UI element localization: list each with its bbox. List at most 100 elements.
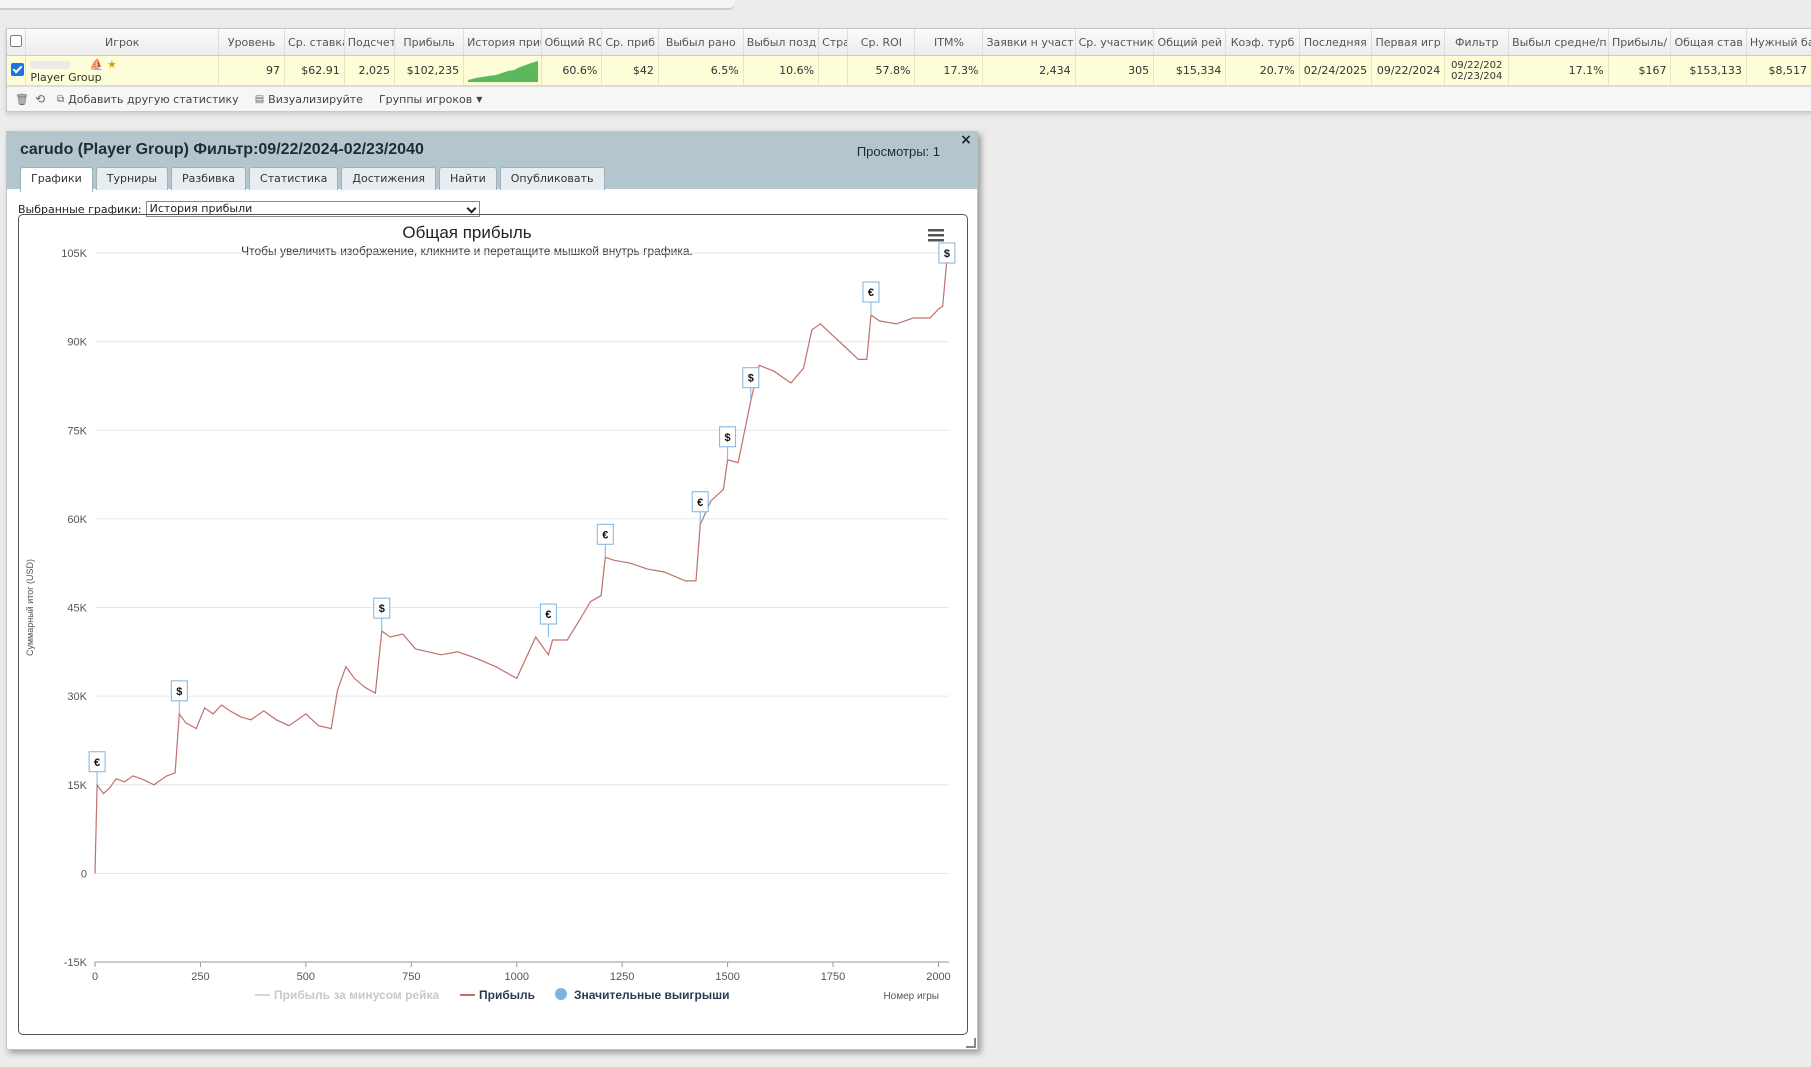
x-tick-label: 1750	[821, 971, 845, 983]
tab-statistics[interactable]: Статистика	[249, 167, 339, 190]
cell-total-stake: $153,133	[1670, 55, 1747, 86]
legend-item-net-rake: Прибыль за минусом рейка	[274, 988, 439, 1002]
column-header[interactable]: Первая игр	[1371, 29, 1446, 56]
column-header[interactable]: Уровень	[218, 29, 286, 56]
column-header[interactable]: Ср. ставка	[284, 29, 345, 56]
cell-filter: 09/22/202 02/23/204	[1444, 55, 1510, 86]
column-header[interactable]: Игрок	[25, 29, 220, 56]
column-header[interactable]: Выбыл рано	[658, 29, 744, 56]
tab-find[interactable]: Найти	[439, 167, 497, 190]
column-header[interactable]: Общий ROI	[541, 29, 603, 56]
tab-graphs[interactable]: Графики	[20, 167, 93, 192]
stats-grid: Игрок Уровень Ср. ставка Подсчет Прибыль…	[6, 28, 1811, 112]
trash-icon[interactable]: 🗑	[15, 93, 29, 106]
series-line-profit[interactable]	[94, 258, 948, 874]
cell-turbo: 20.7%	[1225, 55, 1300, 86]
star-badge-icon: ★	[107, 57, 117, 71]
column-header[interactable]: Ср. приб	[601, 29, 659, 56]
menu-icon[interactable]	[928, 239, 944, 242]
cell-avg-profit: $42	[601, 55, 659, 86]
y-tick-label: 105K	[61, 248, 87, 260]
x-tick-label: 250	[191, 971, 209, 983]
column-header[interactable]: Стра	[818, 29, 849, 56]
table-row[interactable]: ⛵ ★ Player Group 97 $62.91 2,025 $102,23…	[7, 55, 1811, 86]
dialog-header: carudo (Player Group) Фильтр:09/22/2024-…	[7, 132, 977, 192]
column-header[interactable]: ITM%	[914, 29, 984, 56]
profit-chart[interactable]: Общая прибыль Чтобы увеличить изображение…	[19, 215, 967, 1034]
column-header[interactable]: Общая став	[1670, 29, 1747, 56]
tab-achievements[interactable]: Достижения	[341, 167, 436, 190]
chart-subtitle: Чтобы увеличить изображение, кликните и …	[241, 244, 693, 258]
refresh-icon[interactable]: ⟲	[35, 92, 45, 106]
tab-publish[interactable]: Опубликовать	[499, 167, 605, 190]
big-win-marker-label: €	[697, 497, 703, 509]
y-tick-label: 0	[81, 868, 87, 880]
x-axis-label: Номер игры	[883, 991, 939, 1002]
column-header[interactable]: Общий рей	[1153, 29, 1227, 56]
cell-mid-out: 17.1%	[1508, 55, 1609, 86]
select-all-header[interactable]	[7, 29, 27, 56]
column-header[interactable]: Фильтр	[1444, 29, 1510, 56]
big-win-marker-label: $	[725, 432, 731, 444]
column-header[interactable]: История прибы	[463, 29, 542, 56]
big-win-marker-label: $	[944, 248, 950, 260]
column-header[interactable]: Нужный ба	[1746, 29, 1811, 56]
dialog-title: carudo (Player Group) Фильтр:09/22/2024-…	[20, 141, 424, 158]
filter-date-start: 09/22/202	[1451, 59, 1503, 71]
x-tick-label: 1250	[610, 971, 634, 983]
select-all-checkbox[interactable]	[10, 34, 23, 47]
y-tick-label: 90K	[67, 337, 87, 349]
cell-avg-field: 305	[1075, 55, 1155, 86]
y-tick-label: 15K	[67, 780, 87, 792]
cell-total-rake: $15,334	[1153, 55, 1227, 86]
column-header[interactable]: Последняя	[1299, 29, 1372, 56]
legend-item-profit: Прибыль	[479, 988, 535, 1002]
chart-container[interactable]: Общая прибыль Чтобы увеличить изображение…	[18, 214, 968, 1035]
visualize-label: Визуализируйте	[268, 92, 363, 106]
cell-stra	[818, 55, 849, 86]
grid-toolbar: 🗑 ⟲ ⧉ Добавить другую статистику ▤ Визуа…	[7, 86, 1811, 111]
row-checkbox[interactable]	[11, 62, 24, 76]
column-header[interactable]: Заявки н участ	[982, 29, 1076, 56]
resize-handle[interactable]	[966, 1038, 976, 1048]
x-tick-label: 0	[92, 971, 98, 983]
menu-icon[interactable]	[928, 229, 944, 232]
add-stat-button[interactable]: ⧉ Добавить другую статистику	[57, 93, 239, 106]
big-win-marker-label: €	[602, 529, 608, 541]
cell-avg-stake: $62.91	[284, 55, 345, 86]
menu-icon[interactable]	[928, 234, 944, 237]
row-checkbox-cell[interactable]	[7, 55, 27, 86]
tab-tournaments[interactable]: Турниры	[95, 167, 169, 190]
column-header[interactable]: Прибыль/	[1608, 29, 1672, 56]
player-groups-label: Группы игроков	[378, 92, 473, 106]
legend-symbol-big-wins	[555, 988, 567, 1000]
big-win-marker-label: $	[176, 686, 182, 698]
x-tick-label: 500	[297, 971, 315, 983]
y-axis-label: Суммарный итог (USD)	[25, 559, 35, 656]
column-header[interactable]: Подсчет	[344, 29, 395, 56]
big-win-marker-label: $	[748, 373, 754, 385]
tab-breakdown[interactable]: Разбивка	[171, 167, 247, 190]
stats-table: Игрок Уровень Ср. ставка Подсчет Прибыль…	[7, 29, 1811, 86]
chart-title: Общая прибыль	[402, 223, 531, 242]
column-header[interactable]: Ср. ROI	[847, 29, 916, 56]
column-header[interactable]: Выбыл средне/п	[1508, 29, 1609, 56]
visualize-button[interactable]: ▤ Визуализируйте	[255, 93, 363, 106]
big-win-marker-label: €	[545, 609, 551, 621]
cell-early-out: 6.5%	[658, 55, 744, 86]
column-header[interactable]: Коэф. турб	[1225, 29, 1300, 56]
profit-sparkline	[468, 60, 539, 82]
cell-profit-history[interactable]	[463, 55, 542, 86]
player-groups-dropdown[interactable]: Группы игроков ▼	[379, 93, 482, 106]
player-cell[interactable]: ⛵ ★ Player Group	[25, 55, 220, 86]
player-dialog: carudo (Player Group) Фильтр:09/22/2024-…	[6, 131, 978, 1050]
column-header[interactable]: Выбыл позд	[743, 29, 820, 56]
close-icon[interactable]: ×	[959, 133, 973, 147]
redacted-avatar	[30, 60, 71, 69]
y-tick-label: 75K	[67, 425, 87, 437]
column-header[interactable]: Ср. участник	[1075, 29, 1155, 56]
y-tick-label: 30K	[67, 691, 87, 703]
y-tick-label: 60K	[67, 514, 87, 526]
big-win-marker-label: $	[379, 603, 385, 615]
column-header[interactable]: Прибыль	[394, 29, 465, 56]
